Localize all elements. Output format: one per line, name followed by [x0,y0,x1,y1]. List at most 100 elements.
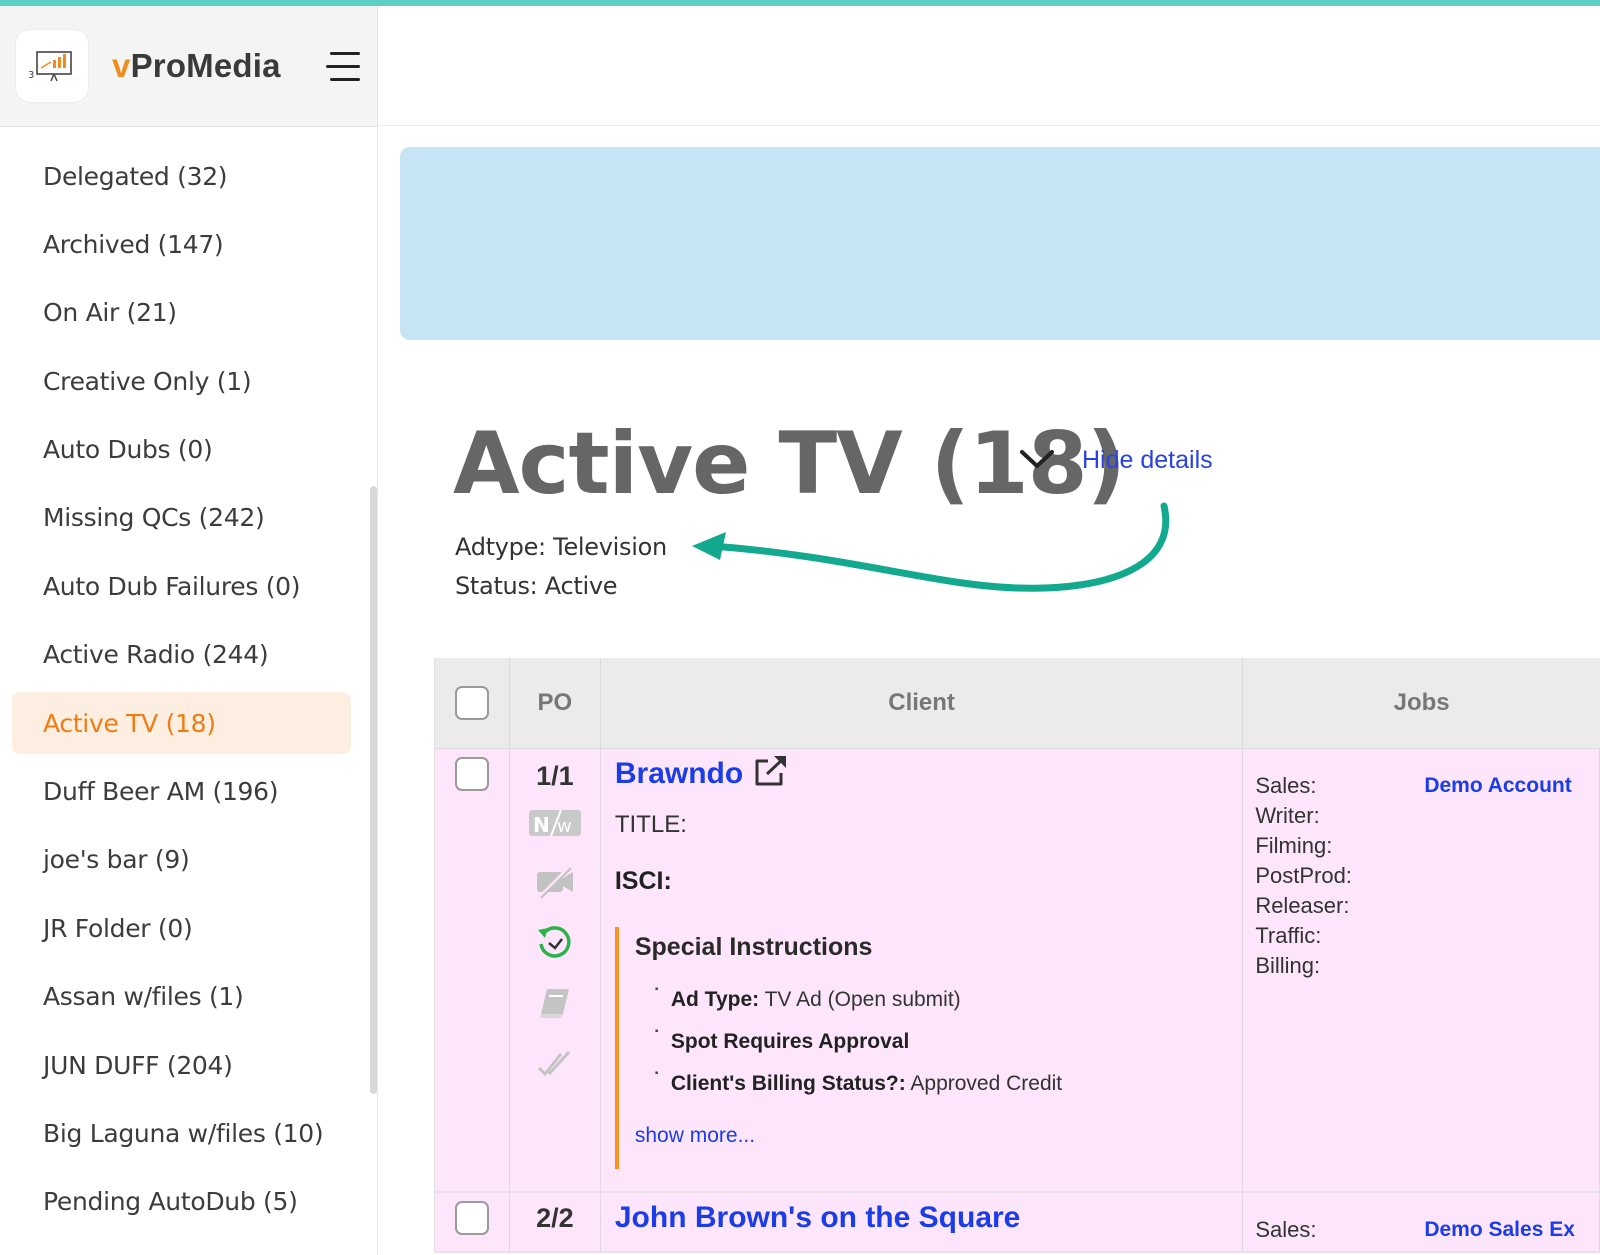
main-content: Active TV (18) Hide details Adtype: Tele… [378,6,1600,1255]
header-select-cell [435,658,510,748]
orders-table: PO Client Jobs 1/1 Nw Brawndo TITLE: ISC… [434,658,1600,1253]
client-cell: Brawndo TITLE: ISCI: Special Instruction… [601,749,1244,1191]
brand-name: vProMedia [112,47,281,85]
client-name-link[interactable]: John Brown's on the Square [615,1201,1021,1235]
client-cell: John Brown's on the Square [601,1193,1244,1251]
sidebar-item[interactable]: Duff Beer AM (196) [12,761,351,823]
info-banner [400,147,1600,340]
list-item: Client's Billing Status?: Approved Credi… [635,1068,1215,1096]
table-row: 2/2 John Brown's on the Square Sales: De… [435,1193,1600,1253]
po-status-icons: Nw [510,806,600,1106]
title-field: TITLE: [614,811,687,838]
job-role-label: Releaser: [1255,893,1350,918]
job-assignee-link[interactable] [1424,891,1571,921]
sidebar-item[interactable]: Auto Dub Failures (0) [12,555,351,617]
sidebar-item[interactable]: On Air (21) [12,282,351,344]
logo-icon: 3 [28,51,72,82]
adtype-detail: Adtype: Television [455,533,667,561]
job-assignee-link[interactable] [1424,801,1571,831]
job-role-label: Sales: [1255,1217,1317,1242]
brand-rest: ProMedia [130,47,281,84]
instruction-key: Ad Type: [670,988,760,1011]
instruction-key: Spot Requires Approval [670,1030,910,1053]
job-assignee-link[interactable]: Demo Account [1424,771,1571,801]
row-checkbox[interactable] [455,757,489,791]
job-role-label: Filming: [1255,833,1333,858]
svg-text:w: w [557,816,572,837]
svg-text:3: 3 [28,70,34,81]
status-detail: Status: Active [455,572,618,600]
instruction-key: Client's Billing Status?: [670,1072,906,1095]
select-all-checkbox[interactable] [454,686,489,720]
job-role-label: Traffic: [1255,923,1322,948]
sidebar-item[interactable]: JR Folder (0) [12,897,351,959]
sidebar-item[interactable]: Delegated (32) [12,145,351,207]
video-off-icon[interactable] [529,866,581,900]
job-role-label: PostProd: [1255,863,1352,888]
annotation-arrow-icon [692,502,1170,592]
job-assignee-link[interactable] [1424,921,1571,951]
row-select-cell [435,1193,510,1251]
header-client[interactable]: Client [601,658,1244,748]
app-logo[interactable]: 3 [16,30,88,102]
po-number: 2/2 [536,1203,574,1233]
sidebar-item[interactable]: Auto Dubs (0) [12,419,351,481]
double-check-icon[interactable] [529,1046,581,1080]
history-check-icon[interactable] [529,926,581,960]
jobs-cell: Sales: Writer: Filming: PostProd: Releaser: T… [1243,749,1600,1191]
po-cell: 1/1 Nw [510,749,601,1191]
job-role-labels: Sales: [1255,1215,1316,1245]
job-assignee-link[interactable]: Demo Sales Ex [1424,1215,1575,1245]
sidebar-item[interactable]: joe's bar (9) [12,829,351,891]
sidebar-header: 3 vProMedia [0,6,377,127]
job-role-labels: Sales: Writer: Filming: PostProd: Releaser: T… [1255,771,1352,981]
job-role-label: Billing: [1255,953,1321,978]
sidebar-scrollbar[interactable] [370,486,377,1094]
sidebar: 3 vProMedia Delegated (32) Archived (147)… [0,6,378,1255]
instruction-value: Approved Credit [905,1072,1063,1095]
instructions-list: Ad Type: TV Ad (Open submit) Spot Requir… [635,984,1215,1096]
sidebar-item[interactable]: Active Radio (244) [12,624,351,686]
sidebar-nav: Delegated (32) Archived (147) On Air (21) C… [0,127,377,1233]
jobs-cell: Sales: Demo Sales Ex [1243,1193,1600,1251]
chevron-down-icon[interactable] [1018,444,1056,474]
sidebar-item[interactable]: Archived (147) [12,213,351,275]
brand-v: v [112,47,131,84]
no-writer-icon[interactable]: Nw [528,806,581,840]
header-jobs[interactable]: Jobs [1243,658,1600,748]
table-header: PO Client Jobs [435,658,1600,749]
job-assignees: Demo Sales Ex [1424,1215,1575,1245]
job-assignee-link[interactable] [1424,831,1571,861]
list-item: Spot Requires Approval [635,1026,1215,1054]
sidebar-item[interactable]: Pending AutoDub (5) [12,1171,351,1233]
sidebar-item[interactable]: Missing QCs (242) [12,487,351,549]
sidebar-item[interactable]: Big Laguna w/files (10) [12,1102,351,1164]
special-instructions-heading: Special Instructions [634,933,873,961]
client-name-link[interactable]: Brawndo [615,757,743,791]
job-assignee-link[interactable] [1424,951,1571,981]
show-more-link[interactable]: show more... [635,1124,755,1148]
list-item: Ad Type: TV Ad (Open submit) [635,984,1215,1012]
hamburger-menu-icon[interactable] [326,52,360,82]
sidebar-item[interactable]: Assan w/files (1) [12,966,351,1028]
svg-text:N: N [533,813,550,837]
isci-field: ISCI: [614,867,672,895]
row-checkbox[interactable] [455,1201,489,1235]
sidebar-item[interactable]: JUN DUFF (204) [12,1034,351,1096]
sidebar-item[interactable]: Active TV (18) [12,692,351,755]
po-cell: 2/2 [510,1193,601,1251]
job-assignee-link[interactable] [1424,861,1571,891]
row-select-cell [435,749,510,1191]
top-bar [378,6,1600,126]
po-number: 1/1 [536,761,574,791]
header-po[interactable]: PO [510,658,601,748]
book-icon[interactable] [529,986,581,1020]
job-role-label: Writer: [1255,803,1320,828]
table-row: 1/1 Nw Brawndo TITLE: ISCI: Special Inst… [435,749,1600,1193]
sidebar-item[interactable]: Creative Only (1) [12,350,351,412]
hide-details-link[interactable]: Hide details [1082,446,1213,475]
external-link-icon[interactable] [753,753,789,789]
special-instructions: Special Instructions Ad Type: TV Ad (Ope… [614,927,1215,1169]
job-assignees: Demo Account [1424,771,1571,981]
job-role-label: Sales: [1255,773,1317,798]
